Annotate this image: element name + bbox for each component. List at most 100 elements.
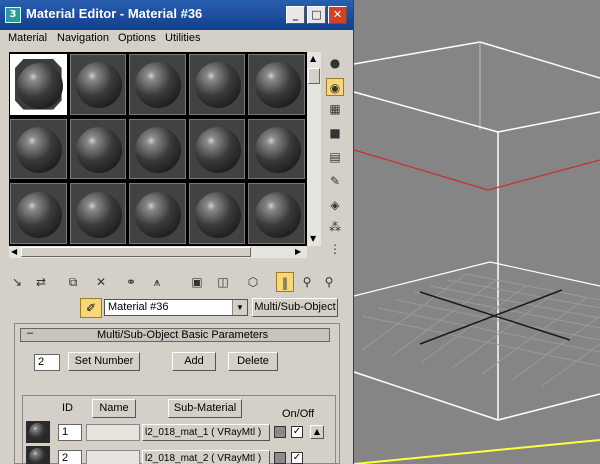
material-preview-sphere: [75, 191, 122, 238]
rollout-header[interactable]: – Multi/Sub-Object Basic Parameters: [20, 327, 330, 342]
title-bar[interactable]: 3 Material Editor - Material #36 _ □ ✕: [0, 0, 353, 30]
add-button[interactable]: Add: [172, 352, 216, 371]
sample-type-icon[interactable]: ●: [326, 54, 344, 72]
color-swatch[interactable]: [274, 452, 286, 464]
material-slot[interactable]: [129, 54, 186, 115]
box-floor-edge: [353, 261, 491, 297]
submaterial-name-field[interactable]: [86, 450, 140, 464]
backlight-icon[interactable]: ◉: [326, 78, 344, 96]
number-of-materials-field[interactable]: 2: [34, 354, 60, 371]
maximize-button[interactable]: □: [307, 6, 326, 24]
background-icon[interactable]: ▦: [326, 100, 344, 118]
material-slot[interactable]: [10, 54, 67, 115]
minimize-button[interactable]: _: [286, 6, 305, 24]
assign-to-selection-icon[interactable]: ⧉: [64, 272, 82, 292]
go-to-parent-icon[interactable]: ‖: [276, 272, 294, 292]
show-map-in-viewport-icon[interactable]: ◫: [214, 272, 232, 292]
material-slot[interactable]: [129, 183, 186, 244]
submaterial-button[interactable]: l2_018_mat_2 ( VRayMtl ): [142, 450, 270, 464]
material-preview-sphere: [75, 126, 122, 173]
scroll-right-arrow[interactable]: ▶: [295, 247, 301, 256]
show-end-result-icon[interactable]: ⬡: [244, 272, 262, 292]
box-bottom-edge: [353, 371, 499, 421]
material-preview-sphere: [135, 191, 182, 238]
sample-slot-grid: [9, 52, 307, 246]
material-slot[interactable]: [69, 183, 127, 244]
id-column-header: ID: [62, 402, 73, 414]
material-slot[interactable]: [10, 118, 67, 180]
material-map-navigator-icon[interactable]: ⋮: [326, 240, 344, 258]
material-preview-sphere: [16, 126, 63, 173]
sort-by-submaterial-button[interactable]: Sub-Material: [168, 399, 242, 418]
material-preview-sphere: [135, 62, 182, 109]
material-name-field[interactable]: Material #36 ▼: [104, 299, 248, 316]
material-effects-channel-icon[interactable]: ▣: [188, 272, 206, 292]
material-preview-sphere: [135, 126, 182, 173]
material-preview-sphere: [254, 62, 301, 109]
material-preview-sphere: [75, 62, 122, 109]
put-to-scene-icon[interactable]: ⇄: [32, 272, 50, 292]
scroll-thumb[interactable]: [308, 68, 320, 84]
scroll-left-arrow[interactable]: ◀: [11, 247, 17, 256]
slot-vertical-scrollbar[interactable]: ▲ ▼: [307, 52, 321, 246]
submaterial-id-field[interactable]: 2: [58, 450, 82, 464]
make-unique-icon[interactable]: ⚭: [122, 272, 140, 292]
material-slot[interactable]: [248, 118, 305, 180]
material-slot[interactable]: [10, 183, 67, 244]
material-slot[interactable]: [129, 118, 186, 180]
material-slot[interactable]: [188, 183, 246, 244]
material-slot[interactable]: [188, 54, 246, 115]
select-by-material-icon[interactable]: ⁂: [326, 218, 344, 236]
set-number-button[interactable]: Set Number: [68, 352, 140, 371]
material-preview-sphere: [195, 126, 242, 173]
material-name-text: Material #36: [108, 301, 169, 313]
scroll-thumb[interactable]: [21, 247, 251, 257]
yellow-selection-line: [353, 439, 600, 464]
rollout-title: Multi/Sub-Object Basic Parameters: [97, 329, 269, 341]
options-icon[interactable]: ◈: [326, 196, 344, 214]
color-swatch[interactable]: [274, 426, 286, 438]
box-front-edge: [497, 111, 600, 133]
scroll-down-arrow[interactable]: ▼: [310, 234, 316, 243]
menu-options[interactable]: Options: [118, 32, 156, 44]
material-slot[interactable]: [248, 54, 305, 115]
go-forward-to-sibling-icon[interactable]: ⚲: [298, 272, 316, 292]
material-preview-sphere: [195, 62, 242, 109]
get-material-icon[interactable]: ↘: [8, 272, 26, 292]
material-slot[interactable]: [69, 118, 127, 180]
submaterial-id-field[interactable]: 1: [58, 424, 82, 441]
collapse-icon[interactable]: –: [27, 327, 33, 339]
on-off-column-header: On/Off: [282, 408, 315, 420]
material-slot[interactable]: [188, 118, 246, 180]
put-to-library-icon[interactable]: ⩚: [148, 272, 166, 292]
material-slot[interactable]: [248, 183, 305, 244]
box-top-edge: [353, 41, 481, 65]
menu-utilities[interactable]: Utilities: [165, 32, 200, 44]
material-navigator-icon[interactable]: ⚲: [320, 272, 338, 292]
menu-navigation[interactable]: Navigation: [57, 32, 109, 44]
material-type-button[interactable]: Multi/Sub-Object: [252, 298, 338, 317]
enable-checkbox[interactable]: ✓: [291, 452, 303, 464]
sort-by-name-button[interactable]: Name: [92, 399, 136, 418]
menu-bar: Material Navigation Options Utilities: [0, 30, 353, 48]
reset-map-icon[interactable]: ✕: [92, 272, 110, 292]
uv-tiling-icon[interactable]: ■: [326, 124, 344, 142]
enable-checkbox[interactable]: ✓: [291, 426, 303, 438]
box-floor-edge: [489, 261, 600, 287]
slot-horizontal-scrollbar[interactable]: ◀ ▶: [9, 246, 307, 258]
video-color-check-icon[interactable]: ▤: [326, 148, 344, 166]
pick-material-from-object-icon[interactable]: ✐: [80, 298, 102, 318]
make-preview-icon[interactable]: ✎: [326, 172, 344, 190]
list-scroll-up-arrow[interactable]: ▲: [310, 425, 324, 439]
menu-material[interactable]: Material: [8, 32, 47, 44]
chevron-down-icon[interactable]: ▼: [232, 300, 247, 315]
delete-button[interactable]: Delete: [228, 352, 278, 371]
material-preview-sphere: [254, 191, 301, 238]
submaterial-name-field[interactable]: [86, 424, 140, 441]
close-button[interactable]: ✕: [328, 6, 347, 24]
home-grid: [361, 273, 600, 387]
material-slot[interactable]: [69, 54, 127, 115]
submaterial-button[interactable]: l2_018_mat_1 ( VRayMtl ): [142, 424, 270, 441]
scroll-up-arrow[interactable]: ▲: [310, 54, 316, 63]
red-axis-line: [353, 149, 489, 191]
